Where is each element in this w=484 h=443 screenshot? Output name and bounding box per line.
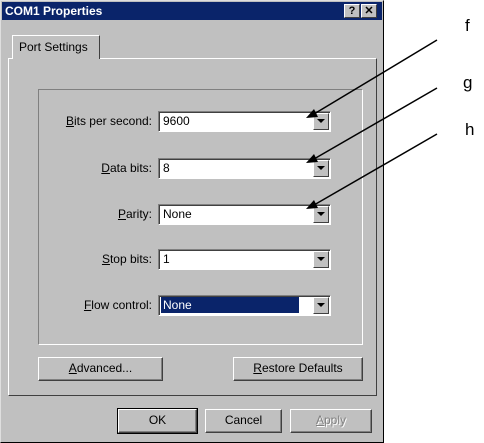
callout-label-h: h: [465, 120, 475, 139]
callout-line-f: [313, 39, 438, 115]
callout-label-f: f: [465, 16, 470, 35]
callout-line-g: [313, 87, 438, 160]
tab-label: Port Settings: [19, 40, 88, 54]
callout-label-g: g: [463, 73, 473, 92]
callout-arrowhead-g: [306, 154, 318, 163]
callout-arrowhead-f: [306, 109, 318, 118]
callout-lines: [306, 39, 438, 209]
tab-port-settings[interactable]: Port Settings: [12, 35, 100, 59]
callout-line-h: [313, 133, 438, 206]
callout-arrowhead-h: [306, 200, 318, 209]
